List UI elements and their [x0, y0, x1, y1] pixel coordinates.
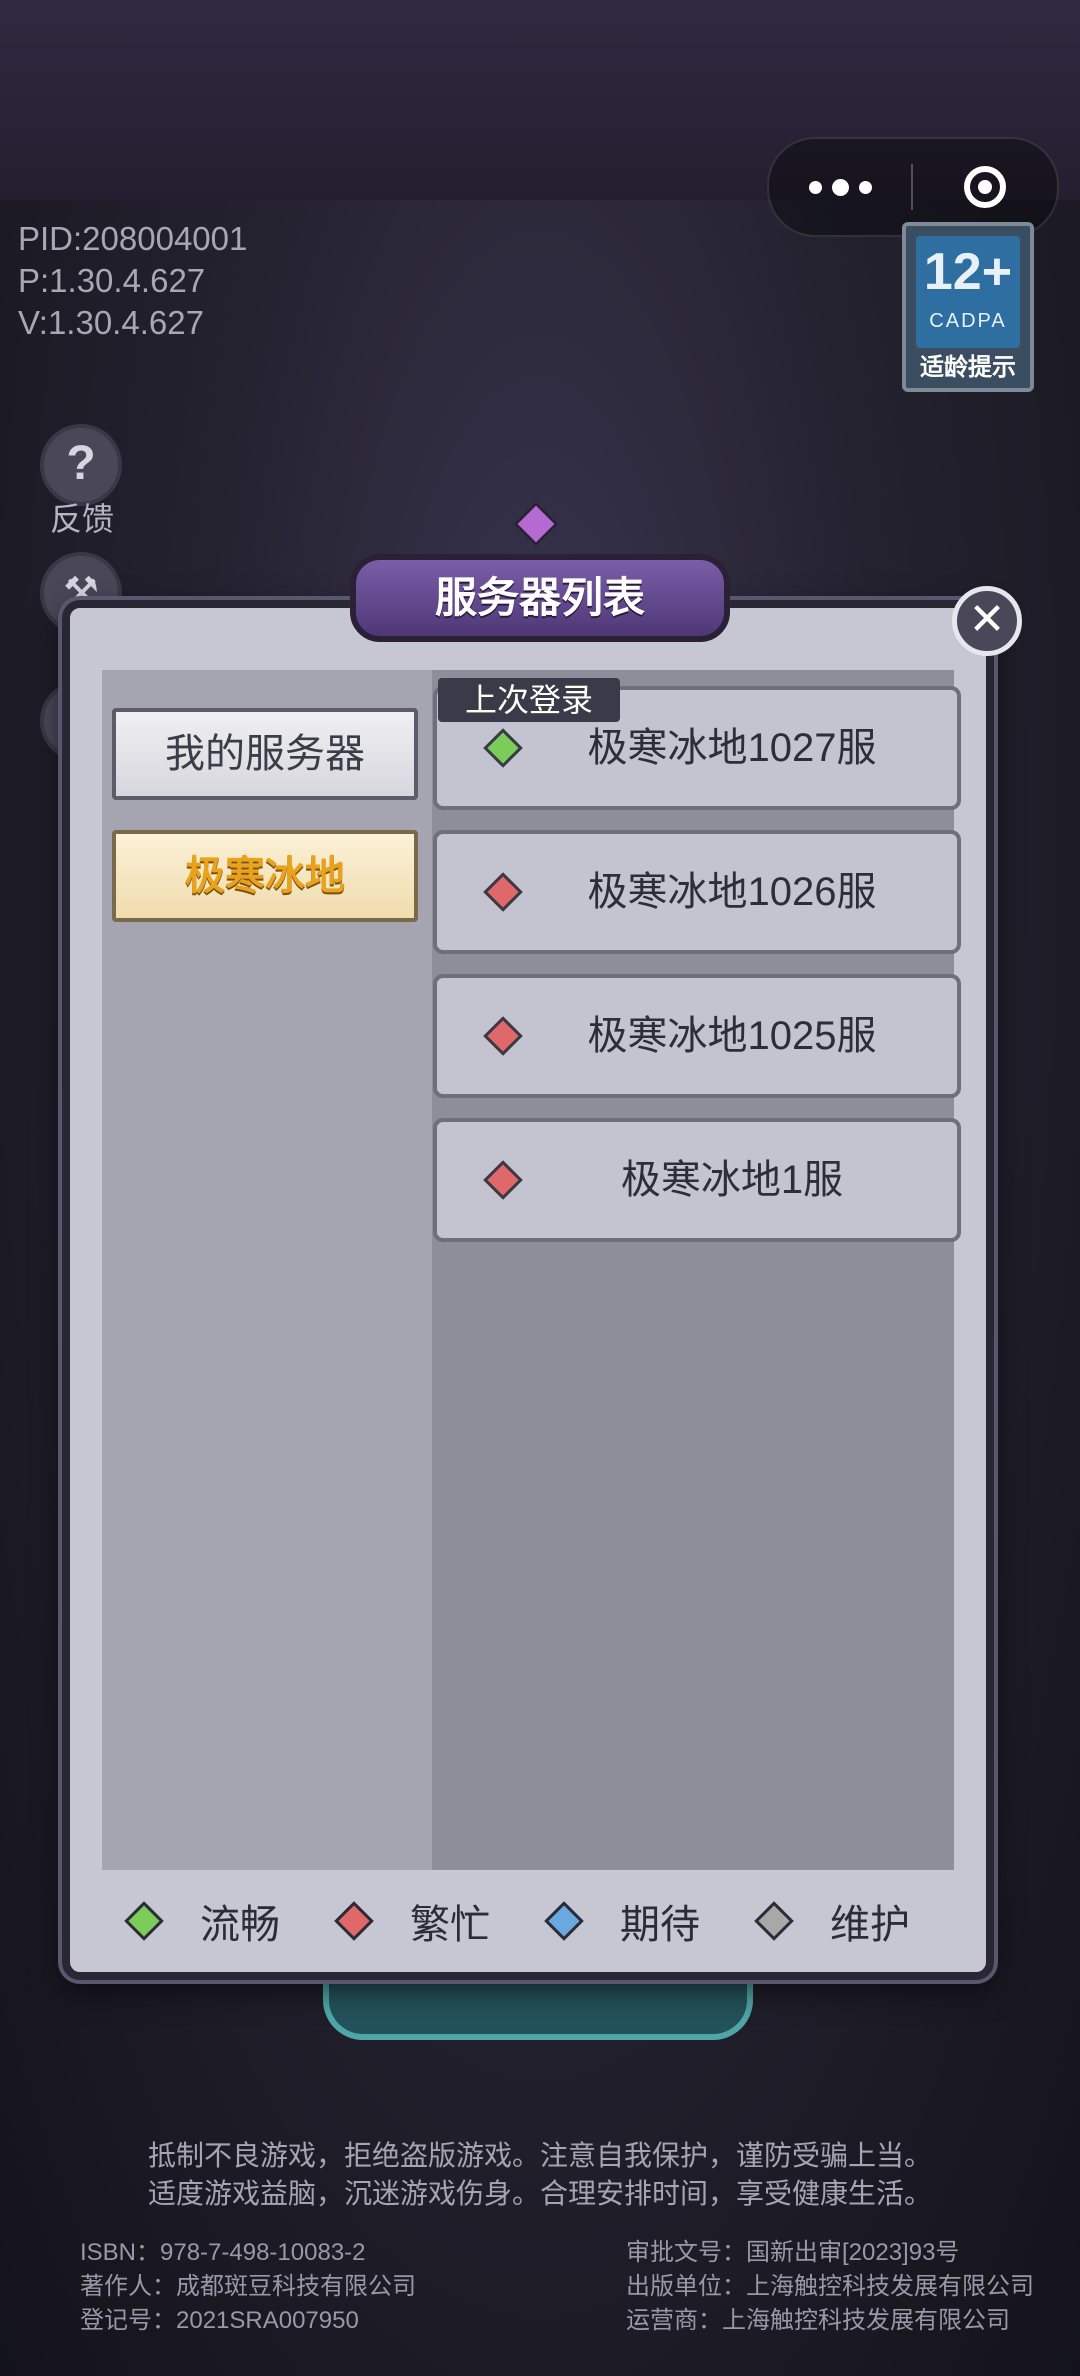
- approval-text: 审批文号：国新出审[2023]93号: [626, 2239, 960, 2266]
- footer-notice-2: 适度游戏益脑，沉迷游戏伤身。合理安排时间，享受健康生活。: [147, 2178, 932, 2209]
- diamond-blue-icon: [544, 1901, 584, 1941]
- diamond-red-icon: [483, 1160, 523, 1200]
- close-miniprogram-button[interactable]: [913, 166, 1057, 208]
- server-row[interactable]: 极寒冰地1服: [433, 1118, 961, 1242]
- close-icon[interactable]: ✕: [952, 586, 1022, 656]
- legend-busy: 繁忙: [318, 1892, 528, 1950]
- version-info: PID:208004001 P:1.30.4.627 V:1.30.4.627: [18, 218, 247, 344]
- server-group-column: 我的服务器 极寒冰地: [102, 670, 432, 1870]
- diamond-red-icon: [483, 1016, 523, 1056]
- legend-label: 期待: [620, 1903, 700, 1947]
- tab-my-servers[interactable]: 我的服务器: [112, 708, 418, 800]
- legend-label: 繁忙: [410, 1903, 490, 1947]
- server-name: 极寒冰地1025服: [587, 1014, 877, 1058]
- publisher-text: 出版单位：上海触控科技发展有限公司: [626, 2273, 1034, 2300]
- diamond-green-icon: [483, 728, 523, 768]
- tab-ice-land[interactable]: 极寒冰地: [112, 830, 418, 922]
- more-icon[interactable]: [769, 139, 911, 235]
- p-version-text: P:1.30.4.627: [18, 262, 206, 299]
- server-row[interactable]: 极寒冰地1025服: [433, 974, 961, 1098]
- diamond-red-icon: [483, 872, 523, 912]
- legend-label: 流畅: [200, 1903, 280, 1947]
- last-login-tag: 上次登录: [438, 678, 620, 722]
- age-rating-inner: 12+ CADPA: [916, 236, 1020, 348]
- diamond-green-icon: [124, 1901, 164, 1941]
- status-legend: 流畅 繁忙 期待 维护: [70, 1886, 986, 1956]
- age-tip-label: 适龄提示: [920, 354, 1016, 381]
- pid-text: PID:208004001: [18, 220, 248, 257]
- age-org: CADPA: [929, 310, 1007, 332]
- legend-smooth: 流畅: [108, 1892, 318, 1950]
- age-number: 12+: [923, 243, 1013, 301]
- title-ornament: [513, 501, 559, 547]
- author-text: 著作人：成都斑豆科技有限公司: [80, 2273, 416, 2300]
- operator-text: 运营商：上海触控科技发展有限公司: [626, 2307, 1010, 2334]
- modal-title: 服务器列表: [350, 554, 730, 642]
- legend-label: 维护: [830, 1903, 910, 1947]
- age-rating-badge[interactable]: 12+ CADPA 适龄提示: [902, 222, 1034, 392]
- diamond-red-icon: [334, 1901, 374, 1941]
- diamond-gray-icon: [754, 1901, 794, 1941]
- legend-maintenance: 维护: [738, 1892, 948, 1950]
- server-name: 极寒冰地1026服: [587, 870, 877, 914]
- target-icon: [964, 166, 1006, 208]
- registration-text: 登记号：2021SRA007950: [80, 2307, 359, 2334]
- footer-notice-1: 抵制不良游戏，拒绝盗版游戏。注意自我保护，谨防受骗上当。: [147, 2140, 932, 2171]
- server-name: 极寒冰地1服: [620, 1158, 844, 1202]
- v-version-text: V:1.30.4.627: [18, 304, 204, 341]
- legend-expect: 期待: [528, 1892, 738, 1950]
- isbn-text: ISBN：978-7-498-10083-2: [80, 2239, 366, 2266]
- server-row[interactable]: 极寒冰地1026服: [433, 830, 961, 954]
- feedback-label: 反馈: [50, 501, 115, 537]
